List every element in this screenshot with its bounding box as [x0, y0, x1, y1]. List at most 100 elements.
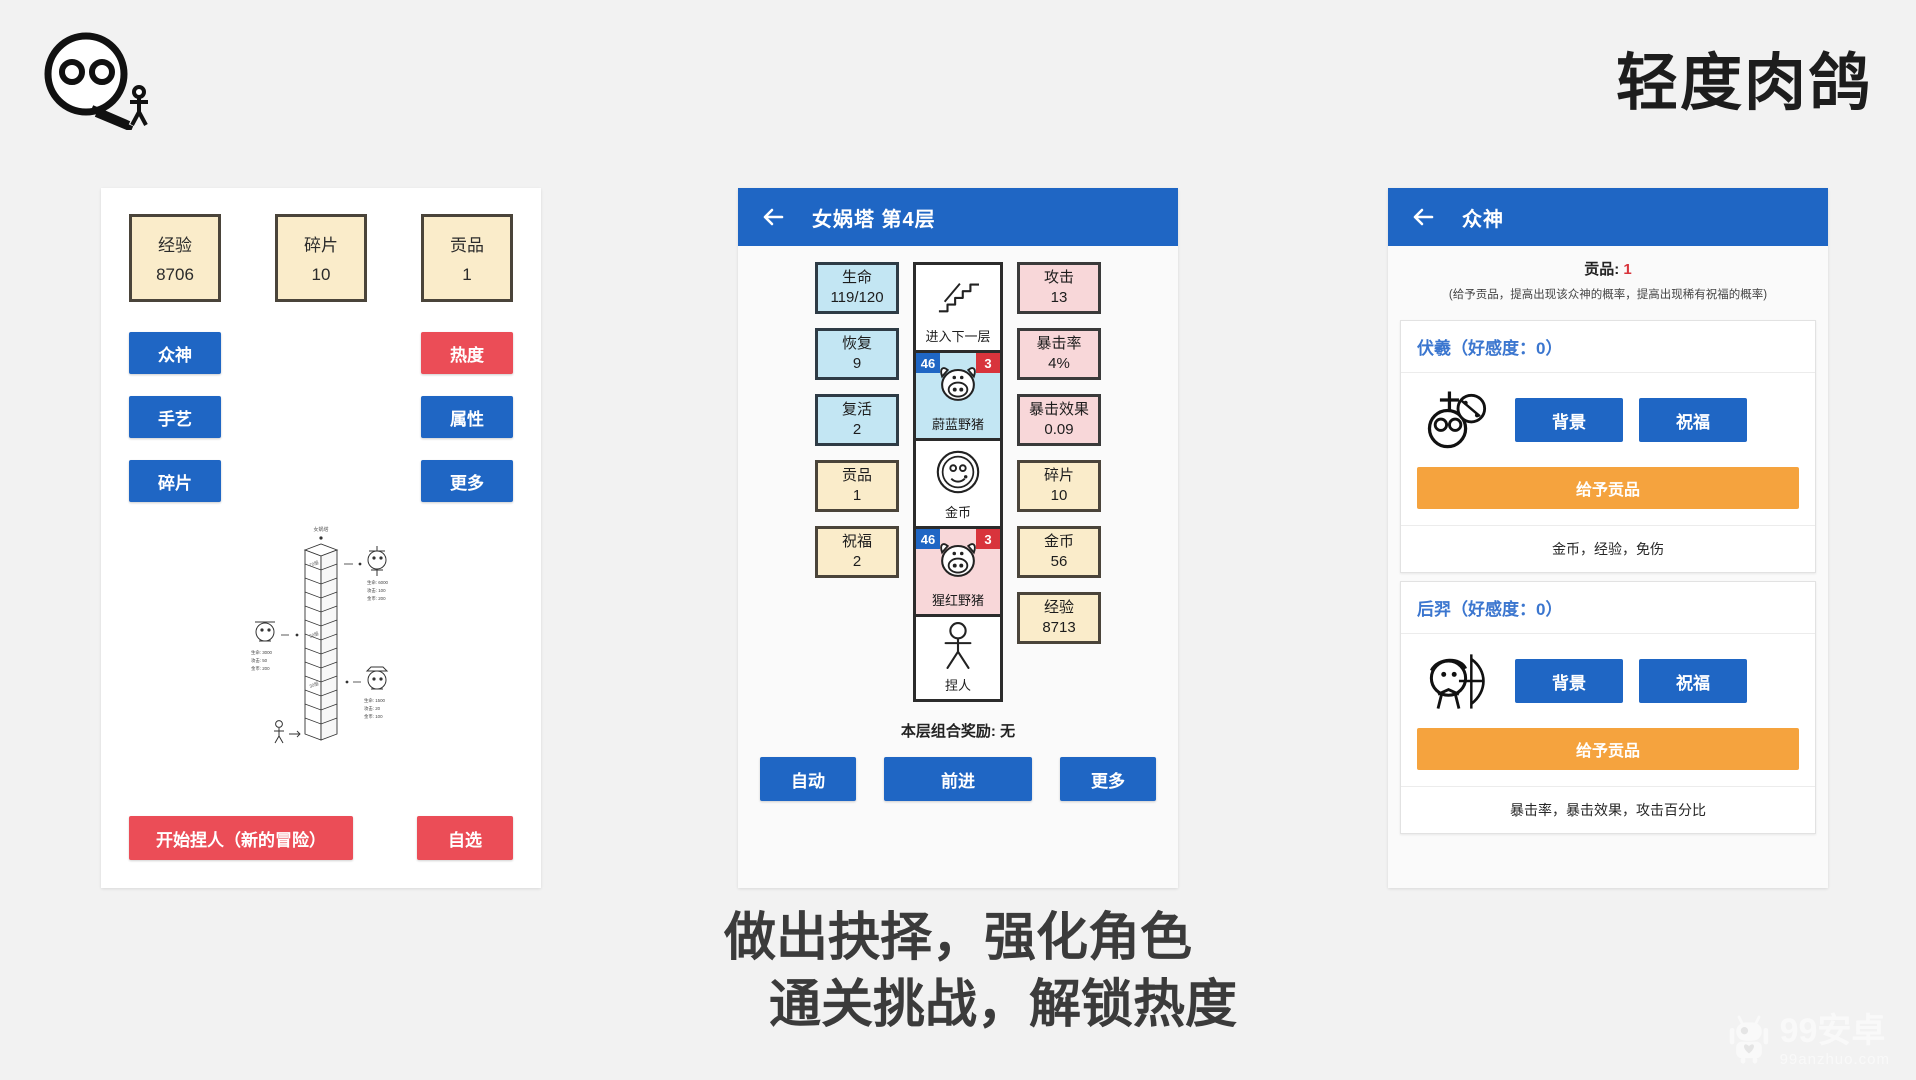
cell-value: 8713 [1042, 619, 1076, 636]
back-arrow-icon[interactable] [1410, 204, 1436, 230]
cell-value: 1 [852, 487, 862, 504]
give-tribute-button[interactable]: 给予贡品 [1417, 467, 1799, 509]
cell-label: 复活 [841, 400, 872, 418]
cell-label: 暴击率 [1036, 334, 1082, 352]
cell-value: 2 [852, 421, 862, 438]
promo-caption: 做出抉择，强化角色 通关挑战，解锁热度 [0, 905, 1916, 1038]
god-body: 背景 祝福 给予贡品 [1401, 634, 1815, 787]
tile-monster-red-boar[interactable]: 46 3 猩红野猪 [913, 526, 1003, 614]
stat-cell-crit-rate: 暴击率 4% [1017, 328, 1101, 380]
back-arrow-icon[interactable] [760, 204, 786, 230]
tile-monster-blue-boar[interactable]: 46 3 蔚蓝野猪 [913, 350, 1003, 438]
home-footer: 开始捏人（新的冒险） 自选 [101, 816, 541, 860]
god-effects: 金币，经验，免伤 [1552, 541, 1664, 557]
tower-monster-upper: 生命: 6000 攻击: 100 金币: 200 [344, 546, 389, 602]
cell-value: 13 [1050, 289, 1068, 306]
watermark-text: 99安卓 99anzhuo.com [1780, 1014, 1890, 1067]
svg-text:生命: 1500: 生命: 1500 [364, 697, 386, 704]
tile-next-floor[interactable]: 进入下一层 [913, 262, 1003, 350]
cell-label: 生命 [841, 268, 872, 286]
custom-select-button[interactable]: 自选 [417, 816, 513, 860]
cell-value: 4% [1048, 355, 1070, 372]
svg-text:生命: 6000: 生命: 6000 [367, 579, 389, 586]
tribute-value: 1 [1623, 261, 1632, 278]
cell-label: 攻击 [1043, 268, 1074, 286]
cell-label: 碎片 [1043, 466, 1074, 484]
menu-button-gods[interactable]: 众神 [129, 332, 221, 374]
stat-box: 贡品 1 [421, 214, 513, 302]
svg-text:金币: 200: 金币: 200 [251, 665, 270, 672]
cell-value: 10 [1050, 487, 1068, 504]
tile-create-character[interactable]: 捏人 [913, 614, 1003, 702]
cell-value: 0.09 [1044, 421, 1074, 438]
menu-button-craft[interactable]: 手艺 [129, 396, 221, 438]
tile-gold[interactable]: 金币 [913, 438, 1003, 526]
panel-tower-floor: 女娲塔 第4层 生命 119/120 恢复 9 复活 2 贡品 1 祝福 2 进… [738, 188, 1178, 888]
houyi-bow-icon [1417, 648, 1499, 714]
stat-cell-crit-damage: 暴击效果 0.09 [1017, 394, 1101, 446]
floor-bonus-note: 本层组合奖励: 无 [900, 723, 1016, 740]
menu-button-more[interactable]: 更多 [421, 460, 513, 502]
cell-value: 56 [1050, 553, 1068, 570]
stairs-icon [916, 265, 1000, 326]
svg-text:金币: 200: 金币: 200 [367, 595, 386, 602]
home-stat-row: 经验 8706 碎片 10 贡品 1 [129, 214, 513, 302]
tile-caption: 金币 [944, 505, 971, 520]
background-button[interactable]: 背景 [1515, 659, 1623, 703]
stat-cell-attack: 攻击 13 [1017, 262, 1101, 314]
cell-label: 祝福 [841, 532, 872, 550]
panel-home: 经验 8706 碎片 10 贡品 1 众神 热度 手艺 属性 碎片 更多 女娲塔… [101, 188, 541, 888]
stat-cell-exp: 经验 8713 [1017, 592, 1101, 644]
brand-title: 轻度肉鸽 [1615, 49, 1872, 118]
tower-left-stats: 生命 119/120 恢复 9 复活 2 贡品 1 祝福 2 [815, 262, 899, 702]
cell-label: 金币 [1043, 532, 1074, 550]
advance-button[interactable]: 前进 [884, 757, 1032, 801]
tower-hero-icon [274, 720, 301, 744]
stat-cell-gold: 金币 56 [1017, 526, 1101, 578]
menu-button-shards[interactable]: 碎片 [129, 460, 221, 502]
tile-level-badge: 46 [916, 529, 940, 549]
tribute-hint: (给予贡品，提高出现该众神的概率，提高出现稀有祝福的概率) [1448, 289, 1768, 301]
tower-title: 女娲塔 第4层 [812, 208, 936, 231]
start-adventure-button[interactable]: 开始捏人（新的冒险） [129, 816, 353, 860]
watermark-line-2: 99anzhuo.com [1779, 1051, 1890, 1068]
tower-right-stats: 攻击 13 暴击率 4% 暴击效果 0.09 碎片 10 金币 56 经验 87… [1017, 262, 1101, 702]
watermark-line-1: 99安卓 [1779, 1012, 1886, 1050]
stat-label: 贡品 [450, 236, 484, 255]
panel-gods: 众神 贡品: 1 (给予贡品，提高出现该众神的概率，提高出现稀有祝福的概率) 伏… [1388, 188, 1828, 888]
menu-button-heat[interactable]: 热度 [421, 332, 513, 374]
stat-label: 经验 [158, 236, 192, 255]
caption-line-1: 做出抉择，强化角色 [723, 909, 1192, 967]
more-button[interactable]: 更多 [1060, 757, 1156, 801]
tile-caption: 蔚蓝野猪 [931, 417, 984, 432]
home-menu-row: 手艺 属性 [129, 396, 513, 438]
give-tribute-button[interactable]: 给予贡品 [1417, 728, 1799, 770]
home-body: 经验 8706 碎片 10 贡品 1 众神 热度 手艺 属性 碎片 更多 女娲塔… [101, 188, 541, 752]
stat-box: 碎片 10 [275, 214, 367, 302]
home-menu-row: 碎片 更多 [129, 460, 513, 502]
tower-tile-column: 进入下一层 46 3 蔚蓝野猪 金币 46 3 猩红野猪 捏人 [913, 262, 1003, 702]
stat-cell-shards: 碎片 10 [1017, 460, 1101, 512]
blessing-button[interactable]: 祝福 [1639, 659, 1747, 703]
stat-cell-blessing: 祝福 2 [815, 526, 899, 578]
god-action-row: 背景 祝福 [1417, 387, 1799, 453]
background-button[interactable]: 背景 [1515, 398, 1623, 442]
tower-illustration: 女娲塔 70层 50层 30层 生命: 6000 攻击: 100 金币: 200… [129, 522, 513, 752]
home-menu-grid: 众神 热度 手艺 属性 碎片 更多 [129, 332, 513, 502]
tile-caption: 猩红野猪 [931, 593, 984, 608]
auto-button[interactable]: 自动 [760, 757, 856, 801]
stat-cell-revive: 复活 2 [815, 394, 899, 446]
tile-count-badge: 3 [976, 529, 1000, 549]
svg-text:金币: 100: 金币: 100 [364, 713, 383, 720]
menu-button-attributes[interactable]: 属性 [421, 396, 513, 438]
cell-value: 2 [852, 553, 862, 570]
stat-cell-hp: 生命 119/120 [815, 262, 899, 314]
god-name: 后羿（好感度：0） [1401, 582, 1815, 634]
cell-label: 经验 [1043, 598, 1074, 616]
blessing-button[interactable]: 祝福 [1639, 398, 1747, 442]
svg-text:生命: 3000: 生命: 3000 [251, 649, 273, 656]
tower-appbar: 女娲塔 第4层 [738, 188, 1178, 246]
cell-label: 恢复 [841, 334, 872, 352]
svg-text:攻击: 100: 攻击: 100 [367, 587, 386, 594]
cell-label: 贡品 [841, 466, 872, 484]
